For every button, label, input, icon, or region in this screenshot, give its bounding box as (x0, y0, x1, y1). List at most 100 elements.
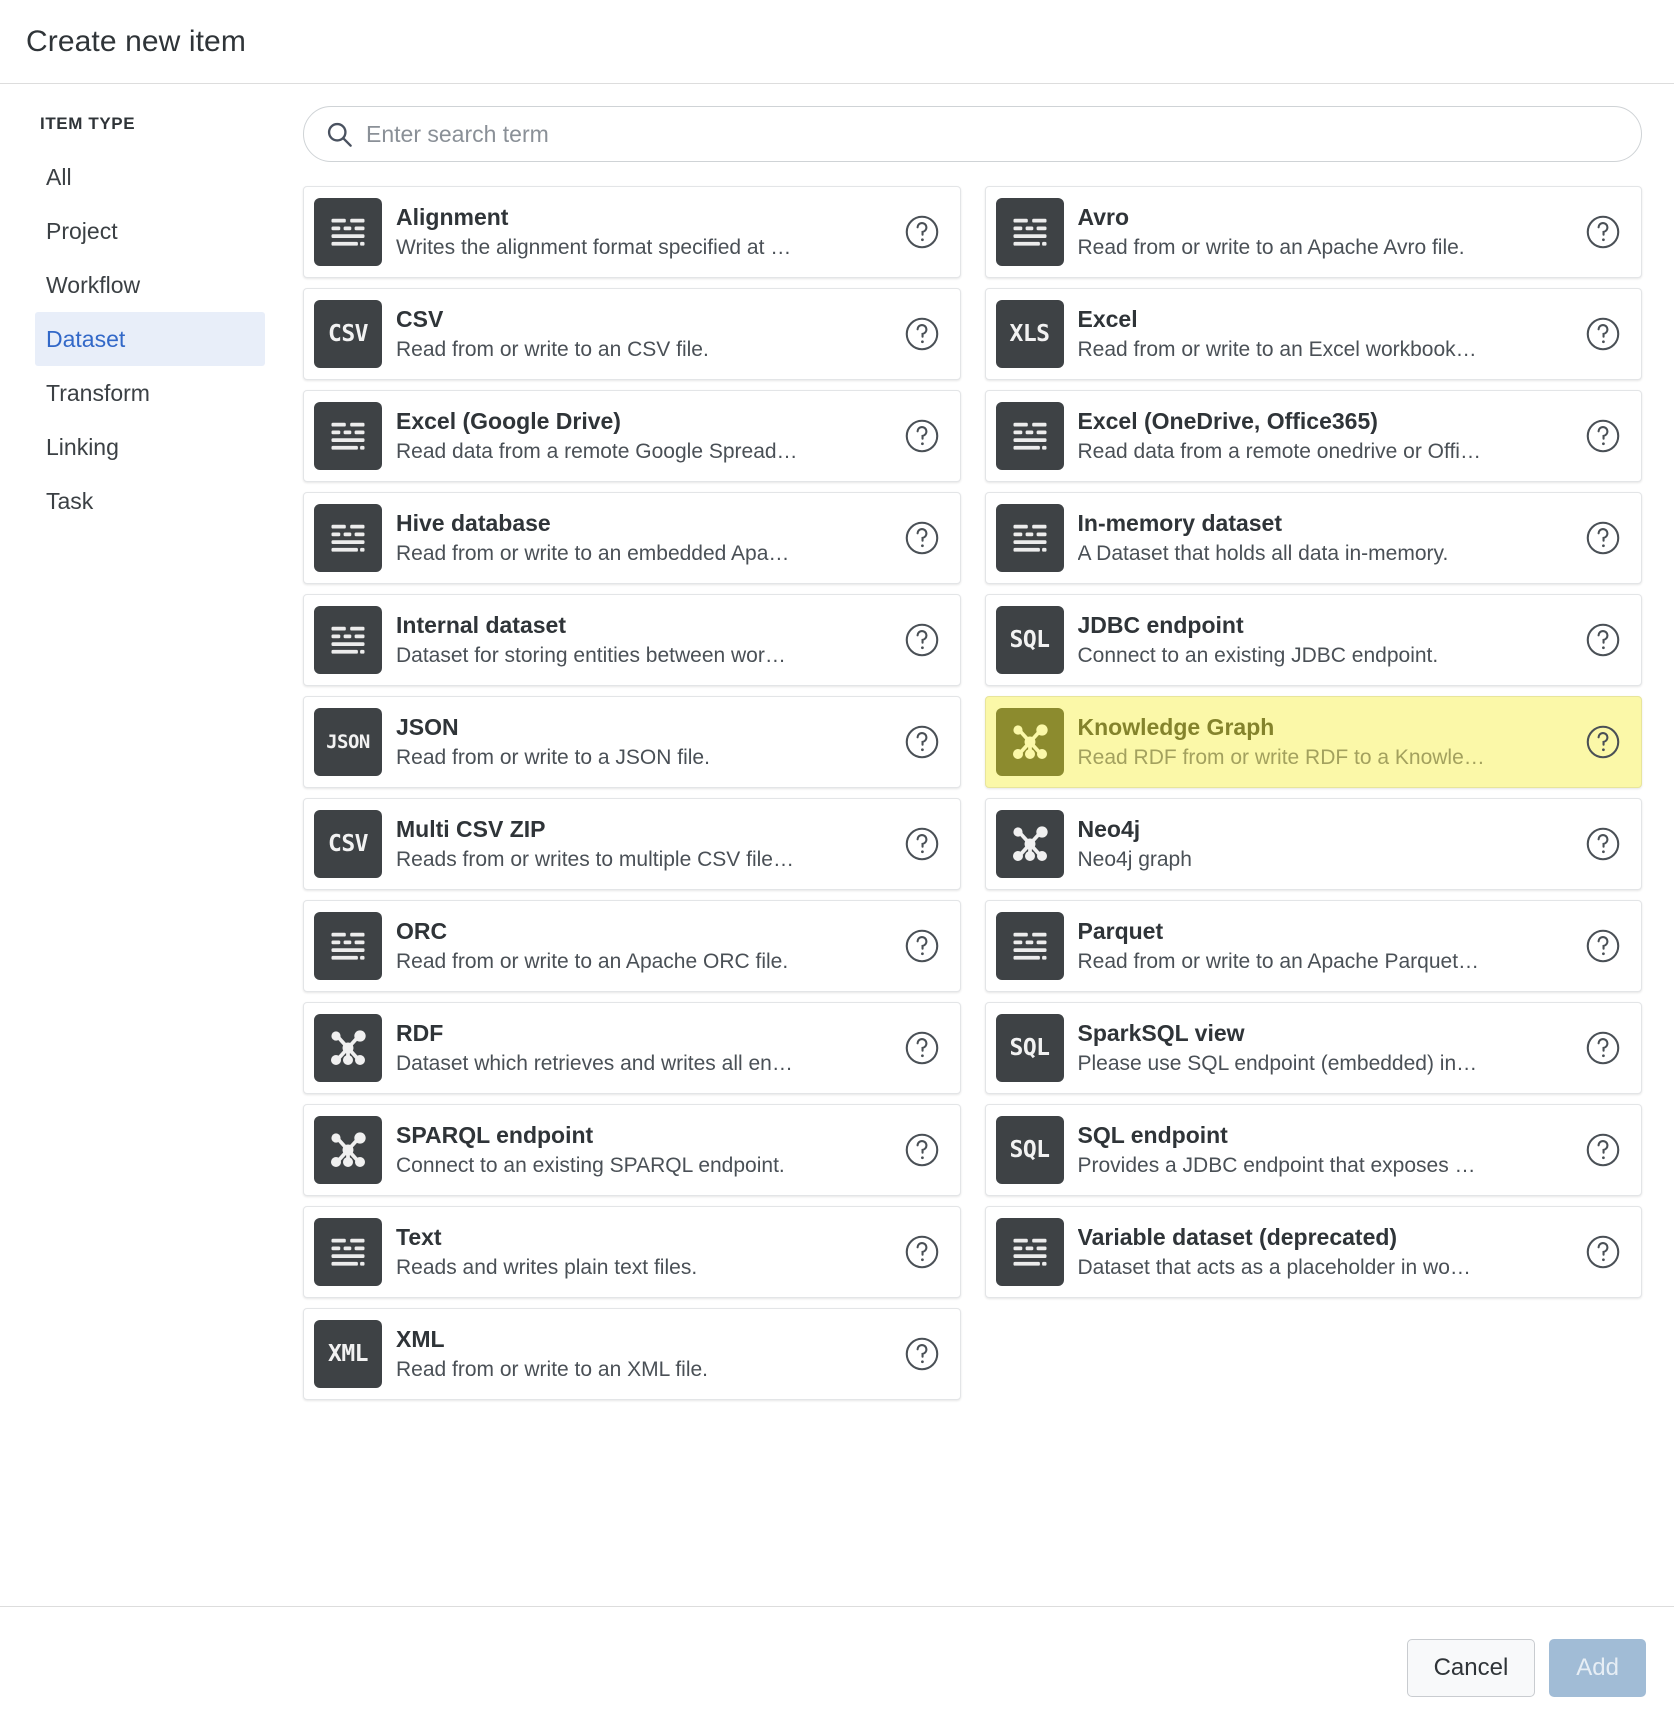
item-card-description: Read from or write to an Excel workbook… (1077, 338, 1477, 362)
item-card-in-memory-dataset[interactable]: In-memory dataset A Dataset that holds al… (984, 492, 1642, 584)
help-icon[interactable] (898, 1024, 946, 1072)
item-card-description: Read data from a remote Google Spread… (396, 440, 798, 464)
item-card-text[interactable]: Text Reads and writes plain text files. (303, 1206, 961, 1298)
icon-label: CSV (327, 831, 369, 857)
item-card-description: A Dataset that holds all data in-memory. (1077, 542, 1449, 566)
help-icon[interactable] (1579, 310, 1627, 358)
item-card-text: XML Read from or write to an XML file. (396, 1326, 898, 1383)
page-title: Create new item (26, 24, 246, 58)
help-icon[interactable] (898, 208, 946, 256)
item-card-hive-database[interactable]: Hive database Read from or write to an em… (303, 492, 961, 584)
item-card-variable-dataset-deprecated[interactable]: Variable dataset (deprecated) Dataset tha… (984, 1206, 1642, 1298)
cancel-button[interactable]: Cancel (1406, 1638, 1536, 1697)
item-card-description: Read from or write to an Apache Avro fil… (1077, 236, 1465, 260)
csv-icon: CSV (314, 810, 382, 878)
lines-icon (995, 504, 1064, 572)
item-card-text: SQL endpoint Provides a JDBC endpoint tha… (1078, 1122, 1580, 1179)
help-icon[interactable] (898, 412, 946, 460)
help-icon[interactable] (1579, 718, 1627, 766)
item-card-text: SparkSQL view Please use SQL endpoint (em… (1078, 1020, 1580, 1077)
item-card-title: Multi CSV ZIP (396, 815, 546, 842)
sidebar-item-task[interactable]: Task (0, 474, 300, 528)
sidebar-item-transform[interactable]: Transform (0, 366, 300, 420)
help-icon[interactable] (1579, 412, 1627, 460)
search-input[interactable] (303, 106, 1642, 162)
item-card-description: Reads and writes plain text files. (396, 1256, 698, 1280)
sidebar-item-label: Workflow (46, 271, 141, 298)
item-card-sparksql-view[interactable]: SQL SparkSQL view Please use SQL endpoint … (984, 1002, 1642, 1094)
item-card-rdf[interactable]: RDF Dataset which retrieves and writes al… (303, 1002, 961, 1094)
sidebar-item-dataset[interactable]: Dataset (35, 312, 265, 366)
item-card-title: Neo4j (1077, 815, 1141, 842)
help-icon[interactable] (898, 922, 946, 970)
sidebar-item-list: All Project Workflow Dataset Transform Linkin… (0, 150, 300, 528)
sql-icon: SQL (995, 1014, 1064, 1082)
add-button[interactable]: Add (1549, 1638, 1646, 1697)
sidebar-item-linking[interactable]: Linking (0, 420, 300, 474)
help-icon[interactable] (1579, 208, 1627, 256)
sidebar-item-project[interactable]: Project (0, 204, 300, 258)
item-card-csv[interactable]: CSV CSV Read from or write to an CSV file. (303, 288, 961, 380)
item-card-excel-onedrive-office365[interactable]: Excel (OneDrive, Office365) Read data fro… (984, 390, 1642, 482)
sql-icon: SQL (995, 1116, 1064, 1184)
item-card-multi-csv-zip[interactable]: CSV Multi CSV ZIP Reads from or writes to … (303, 798, 961, 890)
item-card-orc[interactable]: ORC Read from or write to an Apache ORC f… (303, 900, 961, 992)
item-card-text: Text Reads and writes plain text files. (396, 1224, 898, 1281)
help-icon[interactable] (898, 310, 946, 358)
lines-icon (995, 1218, 1064, 1286)
item-card-xml[interactable]: XML XML Read from or write to an XML file. (303, 1308, 961, 1400)
item-card-sparql-endpoint[interactable]: SPARQL endpoint Connect to an existing SP… (303, 1104, 961, 1196)
lines-icon (1013, 218, 1046, 246)
item-card-text: Excel (OneDrive, Office365) Read data fro… (1078, 408, 1580, 465)
item-card-title: XML (396, 1325, 445, 1352)
lines-icon (995, 402, 1064, 470)
item-card-neo4j[interactable]: Neo4j Neo4j graph (984, 798, 1642, 890)
help-icon[interactable] (1579, 1126, 1627, 1174)
item-card-text: Alignment Writes the alignment format spe… (396, 204, 898, 261)
item-card-title: Hive database (396, 509, 551, 536)
item-card-json[interactable]: JSON JSON Read from or write to a JSON fil… (303, 696, 961, 788)
help-icon[interactable] (898, 1126, 946, 1174)
lines-icon (995, 198, 1064, 266)
item-card-text: Excel (Google Drive) Read data from a rem… (396, 408, 898, 465)
help-icon[interactable] (1579, 922, 1627, 970)
item-card-title: ORC (396, 917, 448, 944)
help-icon[interactable] (898, 1228, 946, 1276)
item-card-title: Parquet (1077, 917, 1164, 944)
item-card-knowledge-graph[interactable]: Knowledge Graph Read RDF from or write RD… (984, 696, 1642, 788)
item-card-description: Connect to an existing JDBC endpoint. (1077, 644, 1439, 668)
dialog-footer: Cancel Add (0, 1606, 1674, 1728)
sidebar-item-all[interactable]: All (0, 150, 300, 204)
item-card-description: Reads from or writes to multiple CSV fil… (396, 848, 794, 872)
item-card-excel[interactable]: XLS Excel Read from or write to an Excel w… (984, 288, 1642, 380)
help-icon[interactable] (1579, 616, 1627, 664)
help-icon[interactable] (898, 1330, 946, 1378)
item-card-description: Dataset for storing entities between wor… (396, 644, 786, 668)
help-icon[interactable] (1579, 820, 1627, 868)
help-icon[interactable] (1579, 1024, 1627, 1072)
icon-label: SQL (1009, 1035, 1050, 1061)
item-card-text: In-memory dataset A Dataset that holds al… (1078, 510, 1580, 567)
help-icon[interactable] (898, 616, 946, 664)
item-card-text: JSON Read from or write to a JSON file. (396, 714, 898, 771)
help-icon[interactable] (1579, 1228, 1627, 1276)
item-card-text: Neo4j Neo4j graph (1078, 816, 1580, 873)
item-card-title: RDF (396, 1019, 444, 1046)
help-icon[interactable] (898, 514, 946, 562)
graph-icon (314, 1116, 382, 1184)
item-card-text: ORC Read from or write to an Apache ORC f… (396, 918, 898, 975)
help-icon[interactable] (898, 820, 946, 868)
help-icon[interactable] (898, 718, 946, 766)
item-card-jdbc-endpoint[interactable]: SQL JDBC endpoint Connect to an existing J… (984, 594, 1642, 686)
item-card-title: Alignment (396, 203, 509, 230)
item-card-avro[interactable]: Avro Read from or write to an Apache Avro… (984, 186, 1642, 278)
graph-icon (1012, 826, 1048, 862)
item-card-excel-google-drive[interactable]: Excel (Google Drive) Read data from a rem… (303, 390, 961, 482)
help-icon[interactable] (1579, 514, 1627, 562)
sidebar-item-workflow[interactable]: Workflow (0, 258, 300, 312)
item-card-internal-dataset[interactable]: Internal dataset Dataset for storing enti… (303, 594, 961, 686)
sidebar-item-label: Transform (46, 379, 150, 406)
item-card-parquet[interactable]: Parquet Read from or write to an Apache P… (984, 900, 1642, 992)
item-card-alignment[interactable]: Alignment Writes the alignment format spe… (303, 186, 961, 278)
item-card-sql-endpoint[interactable]: SQL SQL endpoint Provides a JDBC endpoint … (984, 1104, 1642, 1196)
